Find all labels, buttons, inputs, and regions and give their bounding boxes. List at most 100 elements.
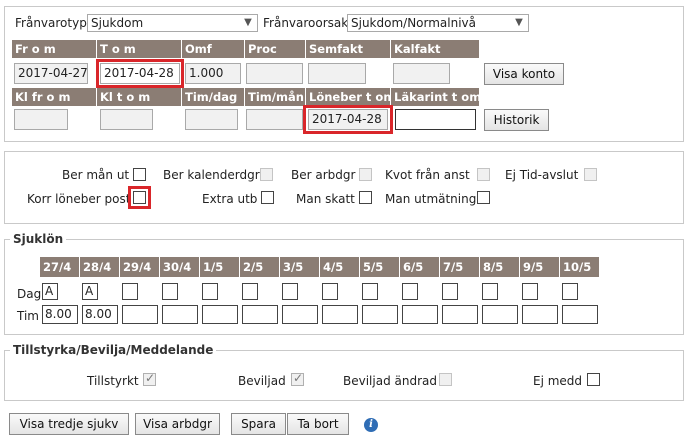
kl-from-field[interactable] [14, 109, 68, 130]
dag-field-11[interactable] [482, 283, 498, 300]
dag-field-2[interactable] [122, 283, 138, 300]
header-proc: Proc [245, 40, 305, 58]
kvot-fran-anst-label: Kvot från anst [385, 168, 470, 182]
day-header-8: 5/5 [360, 257, 399, 277]
korr-loneber-post-label: Korr löneber post [27, 192, 131, 206]
tim-field-8[interactable] [362, 305, 398, 324]
proc-field[interactable] [246, 63, 303, 84]
franvaroorsak-label: Frånvaroorsak [263, 16, 349, 30]
options-frame [4, 151, 684, 224]
day-header-13: 10/5 [560, 257, 599, 277]
tim-field-5[interactable] [242, 305, 278, 324]
tim-field-0[interactable]: 8.00 [42, 305, 78, 324]
day-header-1: 28/4 [80, 257, 119, 277]
ber-kalenderdgr-checkbox[interactable] [260, 168, 273, 181]
dag-field-7[interactable] [322, 283, 338, 300]
dag-field-9[interactable] [402, 283, 418, 300]
dag-field-8[interactable] [362, 283, 378, 300]
ej-medd-checkbox[interactable] [587, 373, 600, 386]
ej-tid-avslut-checkbox[interactable] [584, 168, 597, 181]
extra-utb-checkbox[interactable] [261, 191, 274, 204]
dag-field-13[interactable] [562, 283, 578, 300]
dag-field-3[interactable] [162, 283, 178, 300]
tim-man-field[interactable] [246, 109, 303, 130]
visa-tredje-sjukv-button[interactable]: Visa tredje sjukv [9, 413, 129, 435]
beviljad-andrad-checkbox[interactable] [439, 373, 452, 386]
ber-man-ut-label: Ber mån ut [62, 168, 130, 182]
day-header-10: 7/5 [440, 257, 479, 277]
ber-man-ut-checkbox[interactable] [133, 168, 146, 181]
tim-field-10[interactable] [442, 305, 478, 324]
header-omf: Omf [182, 40, 244, 58]
tim-field-13[interactable] [562, 305, 598, 324]
info-icon[interactable]: i [364, 418, 378, 432]
visa-konto-button[interactable]: Visa konto [484, 63, 564, 85]
franvaroorsak-select[interactable]: Sjukdom/Normalnivå ▼ [347, 14, 529, 32]
dag-field-4[interactable] [202, 283, 218, 300]
tim-field-12[interactable] [522, 305, 558, 324]
franvarotyp-select[interactable]: Sjukdom ▼ [87, 14, 258, 32]
franvaroorsak-selected-value: Sjukdom/Normalnivå [351, 16, 477, 30]
tillstyrkt-label: Tillstyrkt [87, 374, 139, 388]
day-header-9: 6/5 [400, 257, 439, 277]
beviljad-checkbox[interactable] [291, 371, 304, 386]
day-header-7: 4/5 [320, 257, 359, 277]
header-kl-tom: Kl t o m [97, 88, 181, 106]
lakarint-tom-field[interactable] [395, 109, 476, 130]
header-lakarint-tom: Läkarint t om [391, 88, 479, 106]
tim-field-6[interactable] [282, 305, 318, 324]
dag-field-10[interactable] [442, 283, 458, 300]
beviljad-label: Beviljad [238, 374, 286, 388]
tim-field-1[interactable]: 8.00 [82, 305, 118, 324]
dag-field-12[interactable] [522, 283, 538, 300]
tillstyrkt-checkbox[interactable] [143, 371, 156, 386]
day-header-11: 8/5 [480, 257, 519, 277]
tim-field-7[interactable] [322, 305, 358, 324]
day-header-0: 27/4 [40, 257, 79, 277]
loneber-highlight-box [303, 105, 393, 134]
omf-field[interactable]: 1.000 [185, 63, 241, 84]
kalfakt-field[interactable] [393, 63, 450, 84]
semfakt-field[interactable] [308, 63, 366, 84]
tim-field-9[interactable] [402, 305, 438, 324]
header-tim-dag: Tim/dag [182, 88, 244, 106]
chevron-down-icon: ▼ [515, 17, 523, 28]
man-utmatning-checkbox[interactable] [477, 191, 490, 204]
tim-field-11[interactable] [482, 305, 518, 324]
header-from: Fr o m [12, 40, 96, 58]
ber-kalenderdgr-label: Ber kalenderdgr [163, 168, 260, 182]
day-header-12: 9/5 [520, 257, 559, 277]
dag-field-0[interactable]: A [42, 283, 58, 300]
dag-field-5[interactable] [242, 283, 258, 300]
kvot-fran-anst-checkbox[interactable] [477, 168, 490, 181]
franvarotyp-selected-value: Sjukdom [91, 16, 144, 30]
tim-field-4[interactable] [202, 305, 238, 324]
chevron-down-icon: ▼ [244, 17, 252, 28]
ej-medd-label: Ej medd [533, 374, 583, 388]
day-header-4: 1/5 [200, 257, 239, 277]
tim-field-2[interactable] [122, 305, 158, 324]
ber-arbdgr-checkbox[interactable] [359, 168, 372, 181]
tillstyrka-title: Tillstyrka/Bevilja/Meddelande [10, 343, 217, 357]
ber-arbdgr-label: Ber arbdgr [291, 168, 356, 182]
sjuklon-title: Sjuklön [10, 232, 67, 246]
extra-utb-label: Extra utb [202, 192, 258, 206]
header-kl-from: Kl fr o m [12, 88, 96, 106]
spara-button[interactable]: Spara [231, 413, 286, 435]
tim-label: Tim [17, 309, 39, 323]
tim-dag-field[interactable] [185, 109, 238, 130]
ta-bort-button[interactable]: Ta bort [287, 413, 349, 435]
kl-tom-field[interactable] [100, 109, 153, 130]
header-kalfakt: Kalfakt [391, 40, 479, 58]
historik-button[interactable]: Historik [484, 109, 549, 131]
day-header-5: 2/5 [240, 257, 279, 277]
man-skatt-checkbox[interactable] [359, 191, 372, 204]
header-semfakt: Semfakt [306, 40, 390, 58]
from-date-field[interactable]: 2017-04-27 [14, 63, 88, 84]
franvarotyp-label: Frånvarotyp [15, 16, 87, 30]
dag-field-1[interactable]: A [82, 283, 98, 300]
visa-arbdgr-button[interactable]: Visa arbdgr [135, 413, 220, 435]
header-loneber-tom: Löneber t om [306, 88, 390, 106]
dag-field-6[interactable] [282, 283, 298, 300]
tim-field-3[interactable] [162, 305, 198, 324]
